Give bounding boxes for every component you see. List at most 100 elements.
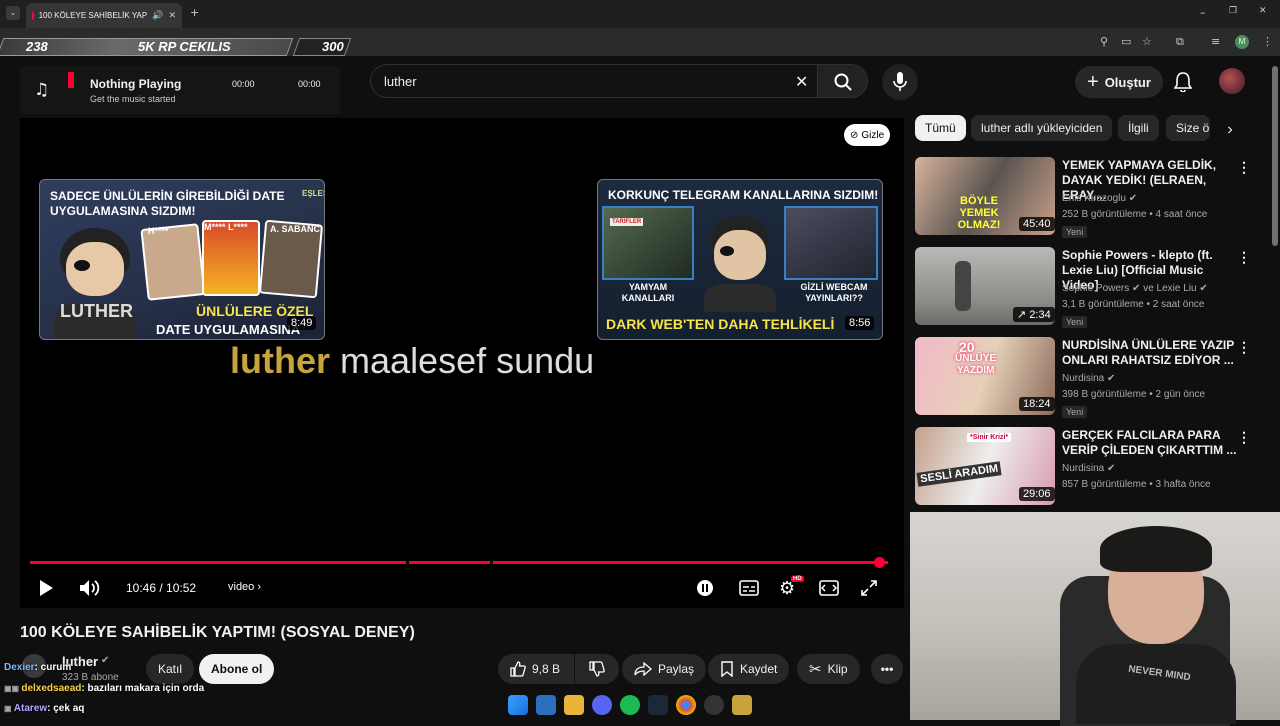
card1-brand: LUTHER (60, 301, 133, 321)
endscreen-video-card-1[interactable]: SADECE ÜNLÜLERİN GİREBİLDİĞİ DATE UYGULA… (39, 179, 325, 340)
steam-icon[interactable] (648, 695, 668, 715)
chip-related[interactable]: İlgili (1118, 115, 1159, 141)
search-button[interactable] (818, 64, 868, 98)
chip-all[interactable]: Tümü (915, 115, 966, 141)
card2-panel-2 (784, 206, 878, 280)
notifications-bell-icon[interactable] (1174, 72, 1192, 92)
maximize-button[interactable]: ❐ (1229, 6, 1237, 16)
hide-label: Gizle (861, 129, 885, 141)
rec2-new-badge: Yeni (1062, 316, 1088, 328)
rec2-thumbnail: ↗ 2:34 (915, 247, 1055, 325)
windows-start-icon[interactable] (508, 695, 528, 715)
microphone-icon (893, 72, 907, 91)
rec3-meta: 398 B görüntüleme • 2 gün önce (1062, 389, 1206, 400)
chip-uploader[interactable]: luther adlı yükleyiciden (971, 115, 1113, 141)
rec1-menu-icon[interactable]: ⋮ (1237, 159, 1251, 176)
scissors-icon: ✂ (809, 660, 822, 678)
card2-bottom: DARK WEB'TEN DAHA TEHLİKELİ (606, 316, 835, 332)
chrome-icon[interactable] (676, 695, 696, 715)
rec4-channel: Nurdisina ✔ (1062, 463, 1116, 474)
save-button[interactable]: Kaydet (708, 654, 790, 684)
autoplay-toggle[interactable] (697, 580, 713, 596)
volume-icon[interactable] (79, 579, 101, 597)
like-button[interactable]: 9,8 B (498, 654, 574, 684)
rec1-thumbnail: BÖYLE YEMEK OLMAZ! 45:40 (915, 157, 1055, 235)
card1-name1: H**** (148, 226, 169, 236)
file-explorer-icon[interactable] (564, 695, 584, 715)
clear-search-icon[interactable]: ✕ (795, 72, 808, 92)
video-title: 100 KÖLEYE SAHİBELİK YAPTIM! (SOSYAL DEN… (20, 624, 415, 641)
rec2-menu-icon[interactable]: ⋮ (1237, 249, 1251, 266)
card2-panel-1: TARİFLER (602, 206, 694, 280)
app-icon[interactable] (536, 695, 556, 715)
video-player[interactable]: ⊘ Gizle SADECE ÜNLÜLERİN GİREBİLDİĞİ DAT… (20, 118, 904, 608)
minimize-button[interactable]: – (1200, 6, 1206, 19)
dislike-button[interactable] (575, 654, 619, 684)
card2-panel-tag: TARİFLER (610, 218, 644, 226)
tab-close-icon[interactable]: ✕ (168, 10, 176, 21)
settings-button[interactable]: ⚙ HD (779, 576, 804, 599)
browser-tab[interactable]: 100 KÖLEYE SAHİBELİK YAP 🔊 ✕ (26, 3, 182, 28)
recommendation-item[interactable]: *Sinir Krizi* SESLİ ARADIM 29:06 GERÇEK … (915, 427, 1255, 509)
fullscreen-icon[interactable] (861, 580, 877, 596)
rec3-thumbnail: 20 ÜNLÜYE YAZDIM 18:24 (915, 337, 1055, 415)
streamer-hair (1100, 526, 1212, 572)
profile-avatar[interactable]: M (1235, 35, 1249, 49)
chips-next-icon[interactable]: › (1210, 115, 1250, 145)
card1-name3: A. SABANCI (270, 224, 323, 234)
search-box[interactable]: luther ✕ (370, 64, 818, 98)
new-tab-button[interactable]: + (190, 6, 199, 19)
extensions-icon[interactable]: ⧉ (1176, 35, 1184, 49)
chapter-button[interactable]: video › (228, 581, 261, 593)
endscreen-video-card-2[interactable]: KORKUNÇ TELEGRAM KANALLARINA SIZDIM! TAR… (597, 179, 883, 340)
search-input[interactable]: luther (384, 74, 417, 89)
cast-icon[interactable]: ▭ (1121, 35, 1131, 48)
chapter-divider (490, 561, 493, 564)
join-button[interactable]: Katıl (146, 654, 195, 684)
rec2-meta: 3,1 B görüntüleme • 2 saat önce (1062, 299, 1205, 310)
rec3-menu-icon[interactable]: ⋮ (1237, 339, 1251, 356)
rec3-duration: 18:24 (1019, 397, 1055, 411)
create-button[interactable]: + Oluştur (1075, 66, 1163, 98)
page-scrollbar[interactable] (1272, 66, 1278, 246)
captions-icon[interactable] (739, 580, 759, 596)
share-button[interactable]: Paylaş (622, 654, 707, 684)
card1-name2: M**** L**** (204, 222, 248, 232)
subscribe-button[interactable]: Abone ol (199, 654, 275, 684)
overlay-giveaway-text: 5K RP CEKILIS (138, 39, 231, 54)
clip-button[interactable]: ✂ Klip (797, 654, 860, 684)
more-actions-button[interactable]: ••• (871, 654, 903, 684)
card2-cartoon (704, 216, 776, 312)
overlay-right-count: 300 (322, 39, 344, 54)
music-widget: ♫ Nothing Playing Get the music started … (20, 66, 340, 114)
rec2-channel: Sophie Powers ✔ ve Lexie Liu ✔ (1062, 283, 1208, 294)
window-close-button[interactable]: ✕ (1259, 6, 1267, 16)
progress-bar[interactable] (30, 557, 888, 568)
zoom-icon[interactable]: ⚲ (1100, 35, 1108, 48)
streamer-shirt (1076, 644, 1236, 724)
tab-search-icon[interactable]: ⌄ (6, 6, 20, 20)
card2-label2: GİZLİ WEBCAM YAYINLARI?? (800, 282, 868, 303)
rec4-menu-icon[interactable]: ⋮ (1237, 429, 1251, 446)
discord-icon[interactable] (592, 695, 612, 715)
bookmark-icon (721, 661, 733, 677)
search-icon (834, 73, 852, 91)
app-icon[interactable] (732, 695, 752, 715)
bookmark-star-icon[interactable]: ☆ (1142, 35, 1152, 48)
recommendation-item[interactable]: 20 ÜNLÜYE YAZDIM 18:24 NURDİSİNA ÜNLÜLER… (915, 337, 1255, 419)
browser-menu-icon[interactable]: ⋮ (1262, 35, 1273, 48)
play-button-icon[interactable] (38, 579, 54, 597)
verified-icon: ✔ (101, 655, 110, 666)
spotify-icon[interactable] (620, 695, 640, 715)
user-avatar[interactable] (1219, 68, 1245, 94)
recommendation-item[interactable]: ↗ 2:34 Sophie Powers - klepto (ft. Lexie… (915, 247, 1255, 329)
audio-playing-icon[interactable]: 🔊 (152, 11, 163, 21)
media-controls-icon[interactable]: ≡ (1211, 35, 1220, 48)
voice-search-button[interactable] (882, 64, 918, 100)
theater-mode-icon[interactable] (819, 580, 839, 596)
card1-tag: EŞLEŞTİN! (302, 189, 324, 198)
obs-icon[interactable] (704, 695, 724, 715)
hide-endscreen-button[interactable]: ⊘ Gizle (844, 124, 891, 146)
recommendation-item[interactable]: BÖYLE YEMEK OLMAZ! 45:40 YEMEK YAPMAYA G… (915, 157, 1255, 239)
chip-for-you[interactable]: Size ö (1166, 115, 1210, 141)
